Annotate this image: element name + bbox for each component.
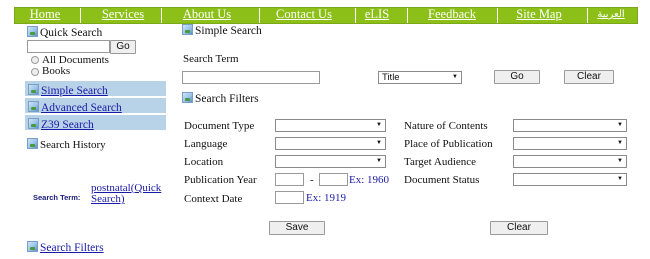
context-date-hint: Ex: 1919 [306,192,347,204]
nav-divider [587,8,588,23]
dropdown-arrow-icon: ▼ [617,140,623,146]
nav-divider [161,8,162,23]
advanced-search-link[interactable]: Advanced Search [41,102,122,114]
nav-divider [80,8,81,23]
search-filters-heading-text: Search Filters [195,93,259,105]
sidebar-item-simple-search[interactable]: Simple Search [25,81,166,97]
context-date-label: Context Date [184,193,243,205]
top-nav: Home Services About Us Contact Us eLIS F… [14,7,638,24]
radio-books-label: Books [42,65,71,77]
image-icon [182,92,193,103]
nature-of-contents-label: Nature of Contents [404,120,488,132]
go-button[interactable]: Go [494,70,540,84]
search-history-text: Search History [40,139,106,151]
nav-about-us[interactable]: About Us [171,8,243,23]
publication-year-hint: Ex: 1960 [349,174,390,186]
z39-search-link[interactable]: Z39 Search [41,119,94,131]
nav-divider [497,8,498,23]
quick-search-go-button[interactable]: Go [110,40,136,54]
document-status-select[interactable]: ▼ [513,173,627,186]
nav-contact-us[interactable]: Contact Us [267,8,341,23]
nav-divider [355,8,356,23]
nav-site-map[interactable]: Site Map [508,8,570,23]
nav-arabic[interactable]: العربية [595,8,627,23]
nav-elis[interactable]: eLIS [360,8,394,23]
simple-search-heading: Simple Search [182,24,262,37]
search-term-label: Search Term [183,53,239,65]
quick-search-input[interactable] [27,40,110,53]
clear-button[interactable]: Clear [564,70,614,84]
search-filters-heading: Search Filters [182,92,259,105]
document-type-label: Document Type [184,120,255,132]
quick-search-title-text: Quick Search [40,27,103,39]
search-field-select[interactable]: Title ▼ [378,71,462,84]
image-icon [28,84,39,95]
radio-books[interactable] [31,68,39,76]
image-icon [27,241,38,252]
publication-year-label: Publication Year [184,174,257,186]
search-filters-link[interactable]: Search Filters [40,242,104,254]
nav-feedback[interactable]: Feedback [420,8,484,23]
history-entry-text[interactable]: postnatal(Quick Search) [91,182,161,205]
image-icon [27,138,38,149]
sidebar-item-advanced-search[interactable]: Advanced Search [25,98,166,114]
location-label: Location [184,156,224,168]
place-of-publication-label: Place of Publication [404,138,493,150]
simple-search-link[interactable]: Simple Search [41,85,108,97]
sidebar-item-search-filters[interactable]: Search Filters [27,241,104,254]
nav-divider [259,8,260,23]
search-term-input[interactable] [182,71,320,84]
place-of-publication-select[interactable]: ▼ [513,137,627,150]
sidebar-item-z39-search[interactable]: Z39 Search [25,115,166,131]
history-prefix: Search Term: [33,193,81,202]
nav-services[interactable]: Services [93,8,153,23]
target-audience-label: Target Audience [404,156,477,168]
context-date-input[interactable] [275,191,304,204]
search-field-select-value: Title [382,72,400,83]
dropdown-arrow-icon: ▼ [617,122,623,128]
nav-home[interactable]: Home [23,8,67,23]
publication-year-to-input[interactable] [319,173,348,186]
document-status-label: Document Status [404,174,480,186]
publication-year-from-input[interactable] [275,173,304,186]
dropdown-arrow-icon: ▼ [376,122,382,128]
search-history-heading: Search History [27,138,106,151]
target-audience-select[interactable]: ▼ [513,155,627,168]
quick-search-title: Quick Search [27,26,102,39]
location-select[interactable]: ▼ [275,155,386,168]
nature-of-contents-select[interactable]: ▼ [513,119,627,132]
dropdown-arrow-icon: ▼ [376,140,382,146]
dropdown-arrow-icon: ▼ [376,158,382,164]
simple-search-heading-text: Simple Search [195,25,262,37]
image-icon [28,101,39,112]
image-icon [182,24,193,35]
radio-all-documents[interactable] [31,56,39,64]
dropdown-arrow-icon: ▼ [617,158,623,164]
dropdown-arrow-icon: ▼ [452,74,458,80]
image-icon [28,118,39,129]
nav-divider [407,8,408,23]
dropdown-arrow-icon: ▼ [617,176,623,182]
year-range-dash: - [310,174,314,186]
clear-filters-button[interactable]: Clear [490,221,548,235]
history-entry-link[interactable]: postnatal(Quick Search) [91,183,173,205]
save-button[interactable]: Save [269,221,325,235]
image-icon [27,26,38,37]
language-label: Language [184,138,228,150]
document-type-select[interactable]: ▼ [275,119,386,132]
language-select[interactable]: ▼ [275,137,386,150]
